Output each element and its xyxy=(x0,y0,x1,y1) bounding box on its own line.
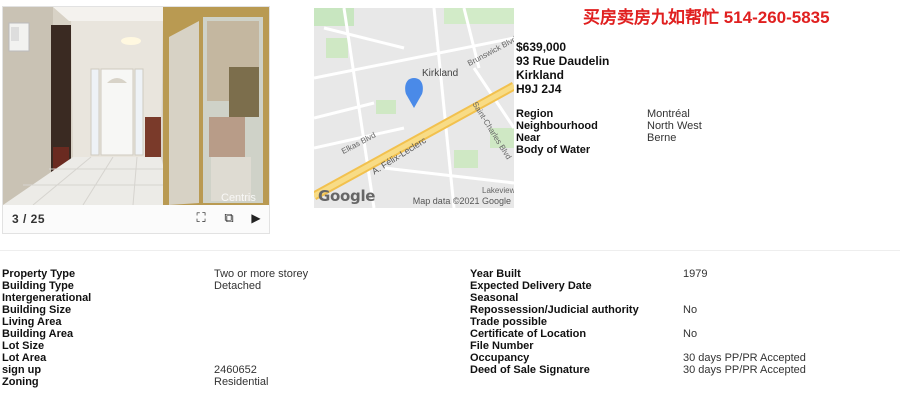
summary-value: Montréal xyxy=(647,108,690,120)
detail-label: Trade possible xyxy=(470,316,548,328)
detail-label: Seasonal xyxy=(470,292,519,304)
detail-label: Repossession/Judicial authority xyxy=(470,304,639,316)
map-credit: Map data ©2021 Google xyxy=(412,196,511,206)
road-label-lakeview: Lakeview xyxy=(482,186,514,195)
detail-value: Detached xyxy=(214,280,262,292)
detail-label: Expected Delivery Date xyxy=(470,280,592,292)
summary-value: Berne xyxy=(647,132,677,144)
detail-value: Two or more storey xyxy=(214,268,309,280)
map-roads xyxy=(314,8,514,208)
hallway-photo-illustration: Centris xyxy=(3,7,269,205)
listing-header: $639,000 93 Rue Daudelin Kirkland H9J 2J… xyxy=(516,40,609,96)
expand-icon[interactable]: ⛶ xyxy=(193,210,209,226)
google-logo: Google xyxy=(318,187,376,205)
detail-label: Lot Size xyxy=(2,340,45,352)
summary-label: Neighbourhood xyxy=(516,120,598,132)
listing-street: 93 Rue Daudelin xyxy=(516,54,610,68)
section-divider xyxy=(0,250,900,251)
listing-photo[interactable]: Centris xyxy=(3,7,269,205)
gallery-controls: 3 / 25 ⛶ ⧉ ▶ xyxy=(3,205,269,233)
detail-label: Occupancy xyxy=(470,352,530,364)
detail-label: Building Size xyxy=(2,304,72,316)
photo-counter: 3 / 25 xyxy=(12,212,46,226)
detail-value: Residential xyxy=(214,376,269,388)
detail-label: File Number xyxy=(470,340,534,352)
contact-banner: 买房卖房九如帮忙 514-260-5835 xyxy=(583,8,830,27)
detail-label: Deed of Sale Signature xyxy=(470,364,590,376)
map-town-label: Kirkland xyxy=(422,68,459,79)
detail-value: No xyxy=(683,328,698,340)
listing-postal-code: H9J 2J4 xyxy=(516,82,562,96)
summary-label: Region xyxy=(516,108,554,120)
detail-value: 2460652 xyxy=(214,364,257,376)
detail-label: Lot Area xyxy=(2,352,47,364)
location-map[interactable]: Kirkland Brunswick Blvd A. Félix-Leclerc… xyxy=(314,8,514,208)
detail-label: Zoning xyxy=(2,376,39,388)
photo-gallery: Centris 3 / 25 ⛶ ⧉ ▶ xyxy=(2,6,270,234)
detail-label: Building Area xyxy=(2,328,74,340)
detail-label: sign up xyxy=(2,364,42,376)
summary-label: Body of Water xyxy=(516,144,591,156)
play-next-icon[interactable]: ▶ xyxy=(248,210,264,226)
detail-value: 30 days PP/PR Accepted xyxy=(683,352,806,364)
detail-label: Intergenerational xyxy=(2,292,92,304)
centris-watermark: Centris xyxy=(221,192,256,204)
detail-label: Living Area xyxy=(2,316,62,328)
detail-value: 30 days PP/PR Accepted xyxy=(683,364,806,376)
detail-value: No xyxy=(683,304,698,316)
listing-city: Kirkland xyxy=(516,68,565,82)
summary-value: North West xyxy=(647,120,702,132)
summary-label: Near xyxy=(516,132,541,144)
listing-price: $639,000 xyxy=(516,40,567,54)
gallery-icon[interactable]: ⧉ xyxy=(221,210,237,226)
detail-label: Year Built xyxy=(470,268,521,280)
detail-label: Certificate of Location xyxy=(470,328,587,340)
detail-label: Property Type xyxy=(2,268,76,280)
detail-label: Building Type xyxy=(2,280,74,292)
detail-value: 1979 xyxy=(683,268,708,280)
